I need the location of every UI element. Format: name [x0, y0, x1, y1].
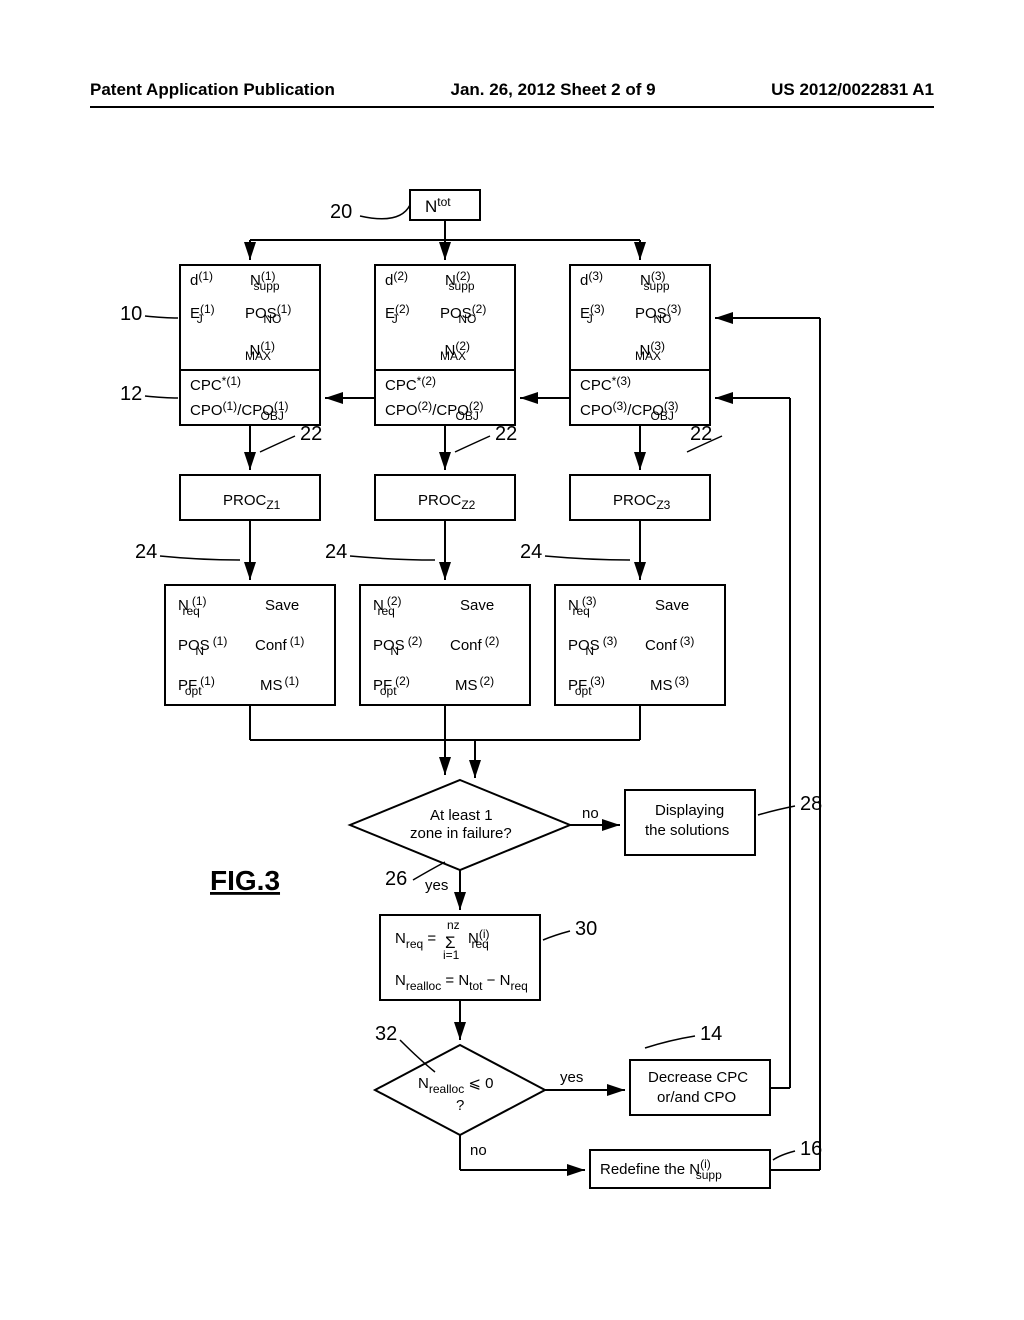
ref-14: 14 [700, 1023, 722, 1045]
figure-label: FIG.3 [210, 865, 280, 896]
svg-text:Save: Save [265, 597, 299, 614]
svg-text:N(2)supp: N(2)supp [445, 269, 475, 293]
svg-text:nz: nz [447, 918, 460, 932]
svg-text:no: no [470, 1142, 487, 1159]
svg-text:N(1)supp: N(1)supp [250, 269, 280, 293]
page-header: Patent Application Publication Jan. 26, … [0, 80, 1024, 108]
svg-text:i=1: i=1 [443, 948, 460, 962]
ref-28: 28 [800, 793, 822, 815]
flowchart-diagram: Ntot 20 d(1) N(1)supp E(1)J POS(1)NO N(1… [0, 150, 1024, 1320]
svg-text:N(3)MAX: N(3)MAX [635, 339, 665, 363]
svg-text:Save: Save [655, 597, 689, 614]
ref-24b: 24 [325, 541, 347, 563]
svg-text:or/and CPO: or/and CPO [657, 1089, 736, 1106]
ref-30: 30 [575, 918, 597, 940]
header-right: US 2012/0022831 A1 [771, 80, 934, 100]
header-left: Patent Application Publication [90, 80, 335, 100]
svg-text:N(2)MAX: N(2)MAX [440, 339, 470, 363]
svg-text:N(i)req: N(i)req [468, 927, 490, 951]
svg-text:Save: Save [460, 597, 494, 614]
svg-text:yes: yes [425, 877, 448, 894]
svg-text:Decrease CPC: Decrease CPC [648, 1069, 748, 1086]
svg-text:At least 1: At least 1 [430, 807, 493, 824]
header-center: Jan. 26, 2012 Sheet 2 of 9 [451, 80, 656, 100]
svg-text:?: ? [456, 1097, 464, 1114]
ref-32: 32 [375, 1023, 397, 1045]
svg-text:Displaying: Displaying [655, 802, 724, 819]
ref-20: 20 [330, 201, 352, 223]
ref-10: 10 [120, 303, 142, 325]
ref-24a: 24 [135, 541, 157, 563]
svg-text:zone in failure?: zone in failure? [410, 825, 512, 842]
svg-text:N(1)MAX: N(1)MAX [245, 339, 275, 363]
ref-24c: 24 [520, 541, 542, 563]
ref-22b: 22 [495, 423, 517, 445]
ref-16: 16 [800, 1138, 822, 1160]
ref-26: 26 [385, 868, 407, 890]
ref-22a: 22 [300, 423, 322, 445]
ref-12: 12 [120, 383, 142, 405]
svg-text:no: no [582, 805, 599, 822]
svg-text:N(3)supp: N(3)supp [640, 269, 670, 293]
svg-text:the solutions: the solutions [645, 822, 729, 839]
svg-text:yes: yes [560, 1069, 583, 1086]
